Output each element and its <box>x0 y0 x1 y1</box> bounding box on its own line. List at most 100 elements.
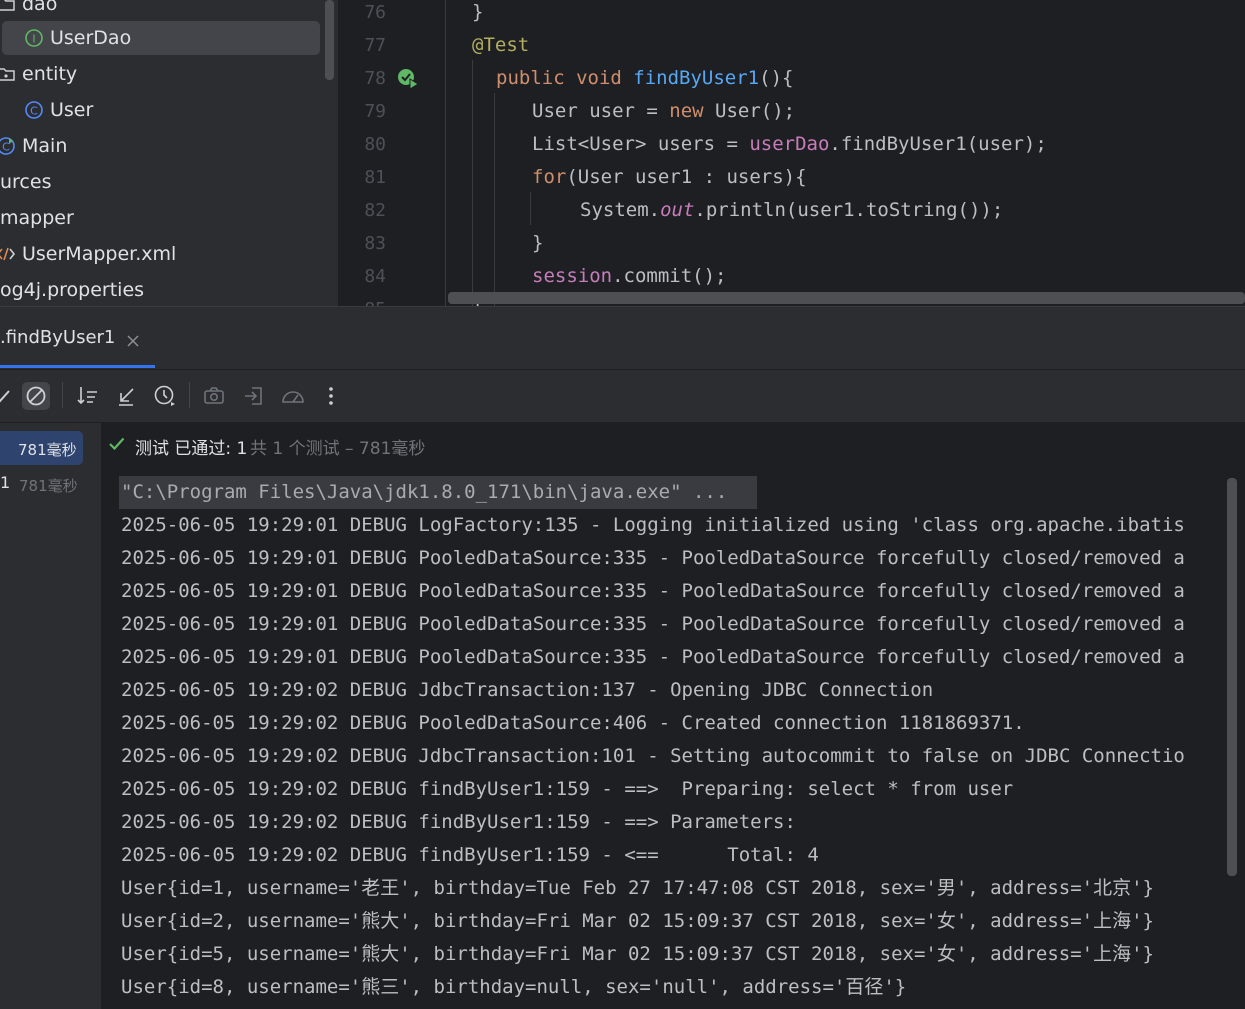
code-line-78: public void findByUser1(){ <box>496 67 794 89</box>
console-line: 2025-06-05 19:29:01 DEBUG PooledDataSour… <box>121 613 1185 635</box>
console-line: User{id=8, username='熊三', birthday=null,… <box>121 976 907 998</box>
tree-item-resources[interactable]: urces <box>0 164 338 200</box>
coverage-button[interactable] <box>279 382 307 410</box>
tree-item-userdao[interactable]: I UserDao <box>0 20 338 56</box>
tree-item-label: urces <box>0 171 52 193</box>
class-icon: C <box>25 101 43 119</box>
svg-text:C: C <box>2 141 10 154</box>
more-vertical-icon <box>329 387 333 405</box>
test-item-findbyuser1[interactable]: 1 781毫秒 <box>0 471 100 497</box>
line-number: 85 <box>338 293 386 306</box>
project-tree: dao I UserDao entity C User C Main urces… <box>0 0 338 306</box>
collapse-button[interactable] <box>112 382 140 410</box>
editor-gutter: 76 77 78 79 80 81 82 83 84 85 <box>338 0 446 306</box>
screenshot-button[interactable] <box>200 382 228 410</box>
tree-item-label: Main <box>22 135 68 157</box>
import-icon <box>245 387 262 405</box>
line-number: 76 <box>364 2 386 23</box>
console-line: 2025-06-05 19:29:01 DEBUG PooledDataSour… <box>121 646 1185 668</box>
tree-item-dao[interactable]: dao <box>0 0 338 22</box>
console-line: User{id=1, username='老王', birthday=Tue F… <box>121 877 1154 899</box>
import-button[interactable] <box>240 382 268 410</box>
main-class-icon: C <box>0 137 15 155</box>
gauge-icon <box>282 391 304 403</box>
tree-scrollbar[interactable] <box>325 0 334 80</box>
code-line-77: @Test <box>472 34 530 56</box>
tree-item-label: og4j.properties <box>0 279 145 301</box>
test-time: 781毫秒 <box>18 441 77 459</box>
tree-item-label: User <box>50 99 94 121</box>
console-line: 2025-06-05 19:29:01 DEBUG PooledDataSour… <box>121 547 1185 569</box>
line-number: 78 <box>364 68 386 89</box>
code-line-80: List<User> users = userDao.findByUser1(u… <box>532 133 1047 155</box>
tree-item-usermapper-xml[interactable]: UserMapper.xml <box>0 236 338 272</box>
run-tool-window-header: .findByUser1 <box>0 307 1245 370</box>
console-line: 2025-06-05 19:29:02 DEBUG PooledDataSour… <box>121 712 1025 734</box>
tree-item-label: UserDao <box>50 27 132 49</box>
console-vertical-scrollbar[interactable] <box>1227 478 1237 876</box>
line-number: 79 <box>364 101 386 122</box>
show-passed-button[interactable] <box>0 382 16 410</box>
code-editor[interactable]: 76 77 78 79 80 81 82 83 84 85 } @Test pu… <box>338 0 1245 306</box>
history-button[interactable] <box>151 382 179 410</box>
tree-item-mapper[interactable]: mapper <box>0 200 338 236</box>
folder-icon <box>0 0 15 11</box>
run-test-gutter-icon[interactable] <box>396 67 420 91</box>
status-summary-text: 共 1 个测试 – 781毫秒 <box>250 439 426 459</box>
sort-button[interactable] <box>74 382 102 410</box>
console-line: 2025-06-05 19:29:02 DEBUG findByUser1:15… <box>121 811 808 833</box>
ignore-icon <box>26 386 46 406</box>
console-line: User{id=5, username='熊大', birthday=Fri M… <box>121 943 1154 965</box>
collapse-icon <box>119 388 134 406</box>
close-icon[interactable] <box>126 334 140 348</box>
line-number: 80 <box>364 134 386 155</box>
run-toolbar <box>0 370 1245 423</box>
sort-icon <box>77 387 97 405</box>
tree-item-entity[interactable]: entity <box>0 56 338 92</box>
line-number: 84 <box>364 266 386 287</box>
test-time: 781毫秒 <box>19 477 78 495</box>
console-line: "C:\Program Files\Java\jdk1.8.0_171\bin\… <box>121 481 728 503</box>
test-status-bar: 测试 已通过: 1 共 1 个测试 – 781毫秒 <box>102 423 1245 473</box>
console-line: 2025-06-05 19:29:02 DEBUG findByUser1:15… <box>121 778 1014 800</box>
console-line: 2025-06-05 19:29:02 DEBUG findByUser1:15… <box>121 844 819 866</box>
tree-item-label: entity <box>22 63 78 85</box>
line-number: 77 <box>364 35 386 56</box>
tree-item-log4j-properties[interactable]: og4j.properties <box>0 272 338 306</box>
line-number: 81 <box>364 167 386 188</box>
code-line-82: System.out.println(user1.toString()); <box>580 199 1004 221</box>
tree-item-user[interactable]: C User <box>0 92 338 128</box>
tree-item-main[interactable]: C Main <box>0 128 338 164</box>
line-number: 82 <box>364 200 386 221</box>
folder-icon <box>0 68 15 81</box>
console-line: 2025-06-05 19:29:02 DEBUG JdbcTransactio… <box>121 679 934 701</box>
editor-horizontal-scrollbar[interactable] <box>448 292 1245 304</box>
line-number: 83 <box>364 233 386 254</box>
console-line: User{id=2, username='熊大', birthday=Fri M… <box>121 910 1154 932</box>
tree-item-label: dao <box>22 0 58 15</box>
run-tab-underline <box>0 365 155 368</box>
console-line: 2025-06-05 19:29:01 DEBUG LogFactory:135… <box>121 514 1185 536</box>
code-line-83: } <box>532 232 544 254</box>
code-line-76: } <box>472 1 484 23</box>
console-line: 2025-06-05 19:29:01 DEBUG PooledDataSour… <box>121 580 1185 602</box>
xml-file-icon <box>0 247 16 261</box>
tree-item-label: mapper <box>0 207 74 229</box>
show-ignored-button[interactable] <box>22 382 50 410</box>
more-options-button[interactable] <box>317 382 345 410</box>
clock-icon <box>154 385 175 406</box>
code-line-81: for(User user1 : users){ <box>532 166 807 188</box>
test-name: 1 <box>0 473 11 492</box>
interface-icon: I <box>25 29 43 47</box>
console-line: 2025-06-05 19:29:02 DEBUG JdbcTransactio… <box>121 745 1185 767</box>
code-line-79: User user = new User(); <box>532 100 796 122</box>
passed-check-icon <box>109 437 125 451</box>
tree-item-label: UserMapper.xml <box>22 243 177 265</box>
camera-icon <box>204 387 224 404</box>
status-passed-text: 测试 已通过: 1 <box>135 439 248 459</box>
test-item-selected[interactable]: 781毫秒 <box>0 431 83 465</box>
run-tab-label: .findByUser1 <box>0 327 116 348</box>
svg-text:C: C <box>30 105 38 118</box>
console-output[interactable]: "C:\Program Files\Java\jdk1.8.0_171\bin\… <box>102 473 1245 1009</box>
code-line-84: session.commit(); <box>532 265 727 287</box>
